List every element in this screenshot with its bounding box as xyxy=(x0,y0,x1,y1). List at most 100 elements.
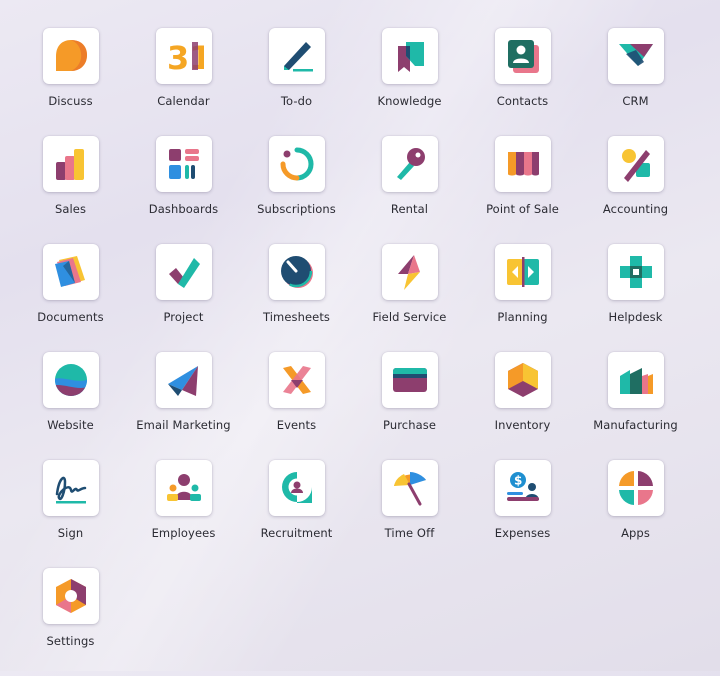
app-label: Recruitment xyxy=(260,526,333,540)
app-tile[interactable] xyxy=(268,460,325,516)
app-planning[interactable]: Planning xyxy=(466,244,579,352)
app-tile[interactable] xyxy=(155,352,212,408)
app-label: Point of Sale xyxy=(486,202,559,216)
app-tile[interactable] xyxy=(494,352,551,408)
app-label: Planning xyxy=(497,310,548,324)
app-label: Documents xyxy=(37,310,104,324)
app-crm[interactable]: CRM xyxy=(579,28,692,136)
app-tile[interactable] xyxy=(42,352,99,408)
app-label: CRM xyxy=(622,94,649,108)
app-label: Discuss xyxy=(48,94,93,108)
app-recruitment[interactable]: Recruitment xyxy=(240,460,353,568)
email-marketing-icon xyxy=(167,366,198,396)
app-subscriptions[interactable]: Subscriptions xyxy=(240,136,353,244)
expenses-icon: $ xyxy=(506,472,539,501)
app-tile[interactable] xyxy=(42,244,99,300)
app-tile[interactable] xyxy=(155,460,212,516)
knowledge-icon xyxy=(397,42,424,72)
app-label: Email Marketing xyxy=(136,418,231,432)
app-dashboards[interactable]: Dashboards xyxy=(127,136,240,244)
app-events[interactable]: Events xyxy=(240,352,353,460)
app-tile[interactable] xyxy=(607,244,664,300)
app-field-service[interactable]: Field Service xyxy=(353,244,466,352)
app-tile[interactable] xyxy=(268,28,325,84)
app-tile[interactable]: 31 xyxy=(155,28,212,84)
sales-icon xyxy=(55,149,84,180)
discuss-icon xyxy=(55,40,87,71)
app-label: Expenses xyxy=(494,526,551,540)
app-settings[interactable]: Settings xyxy=(14,568,127,676)
documents-icon xyxy=(54,256,85,287)
app-knowledge[interactable]: Knowledge xyxy=(353,28,466,136)
app-label: Project xyxy=(163,310,204,324)
app-project[interactable]: Project xyxy=(127,244,240,352)
svg-text:31: 31 xyxy=(167,39,204,76)
app-tile[interactable] xyxy=(42,568,99,624)
contacts-icon xyxy=(507,40,539,73)
app-label: Knowledge xyxy=(377,94,442,108)
app-documents[interactable]: Documents xyxy=(14,244,127,352)
app-inventory[interactable]: Inventory xyxy=(466,352,579,460)
app-contacts[interactable]: Contacts xyxy=(466,28,579,136)
app-tile[interactable] xyxy=(607,460,664,516)
app-website[interactable]: Website xyxy=(14,352,127,460)
app-grid: Discuss 31 Calendar To-do xyxy=(14,28,692,676)
app-sign[interactable]: Sign xyxy=(14,460,127,568)
svg-text:$: $ xyxy=(514,474,522,488)
app-tile[interactable] xyxy=(381,136,438,192)
apps-icon xyxy=(618,471,653,505)
app-point-of-sale[interactable]: Point of Sale xyxy=(466,136,579,244)
app-label: Field Service xyxy=(372,310,447,324)
app-email-marketing[interactable]: Email Marketing xyxy=(127,352,240,460)
app-label: Accounting xyxy=(602,202,669,216)
app-expenses[interactable]: $ Expenses xyxy=(466,460,579,568)
app-purchase[interactable]: Purchase xyxy=(353,352,466,460)
app-tile[interactable] xyxy=(42,28,99,84)
app-tile[interactable] xyxy=(42,136,99,192)
app-tile[interactable] xyxy=(494,244,551,300)
app-label: Calendar xyxy=(157,94,210,108)
app-label: Settings xyxy=(46,634,95,648)
app-tile[interactable] xyxy=(155,244,212,300)
app-label: Sales xyxy=(54,202,87,216)
app-label: Timesheets xyxy=(262,310,331,324)
app-tile[interactable] xyxy=(607,352,664,408)
events-icon xyxy=(282,366,311,394)
app-helpdesk[interactable]: Helpdesk xyxy=(579,244,692,352)
app-accounting[interactable]: Accounting xyxy=(579,136,692,244)
app-employees[interactable]: Employees xyxy=(127,460,240,568)
app-manufacturing[interactable]: Manufacturing xyxy=(579,352,692,460)
app-tile[interactable] xyxy=(381,28,438,84)
app-tile[interactable] xyxy=(42,460,99,516)
app-tile[interactable] xyxy=(268,136,325,192)
app-tile[interactable] xyxy=(607,136,664,192)
app-sales[interactable]: Sales xyxy=(14,136,127,244)
app-rental[interactable]: Rental xyxy=(353,136,466,244)
todo-icon xyxy=(283,42,313,72)
planning-icon xyxy=(506,257,539,287)
app-calendar[interactable]: 31 Calendar xyxy=(127,28,240,136)
app-timesheets[interactable]: Timesheets xyxy=(240,244,353,352)
app-discuss[interactable]: Discuss xyxy=(14,28,127,136)
app-label: Contacts xyxy=(496,94,549,108)
app-tile[interactable] xyxy=(494,28,551,84)
app-todo[interactable]: To-do xyxy=(240,28,353,136)
time-off-icon xyxy=(393,472,426,506)
app-tile[interactable] xyxy=(268,244,325,300)
settings-icon xyxy=(55,579,86,613)
app-tile[interactable]: $ xyxy=(494,460,551,516)
app-tile[interactable] xyxy=(381,460,438,516)
app-tile[interactable] xyxy=(381,352,438,408)
recruitment-icon xyxy=(281,472,312,503)
app-label: Apps xyxy=(621,526,650,540)
accounting-icon xyxy=(621,149,650,182)
app-tile[interactable] xyxy=(381,244,438,300)
app-tile[interactable] xyxy=(607,28,664,84)
app-apps[interactable]: Apps xyxy=(579,460,692,568)
app-tile[interactable] xyxy=(155,136,212,192)
app-label: Rental xyxy=(390,202,429,216)
app-time-off[interactable]: Time Off xyxy=(353,460,466,568)
app-tile[interactable] xyxy=(494,136,551,192)
app-tile[interactable] xyxy=(268,352,325,408)
sign-icon xyxy=(55,476,86,504)
